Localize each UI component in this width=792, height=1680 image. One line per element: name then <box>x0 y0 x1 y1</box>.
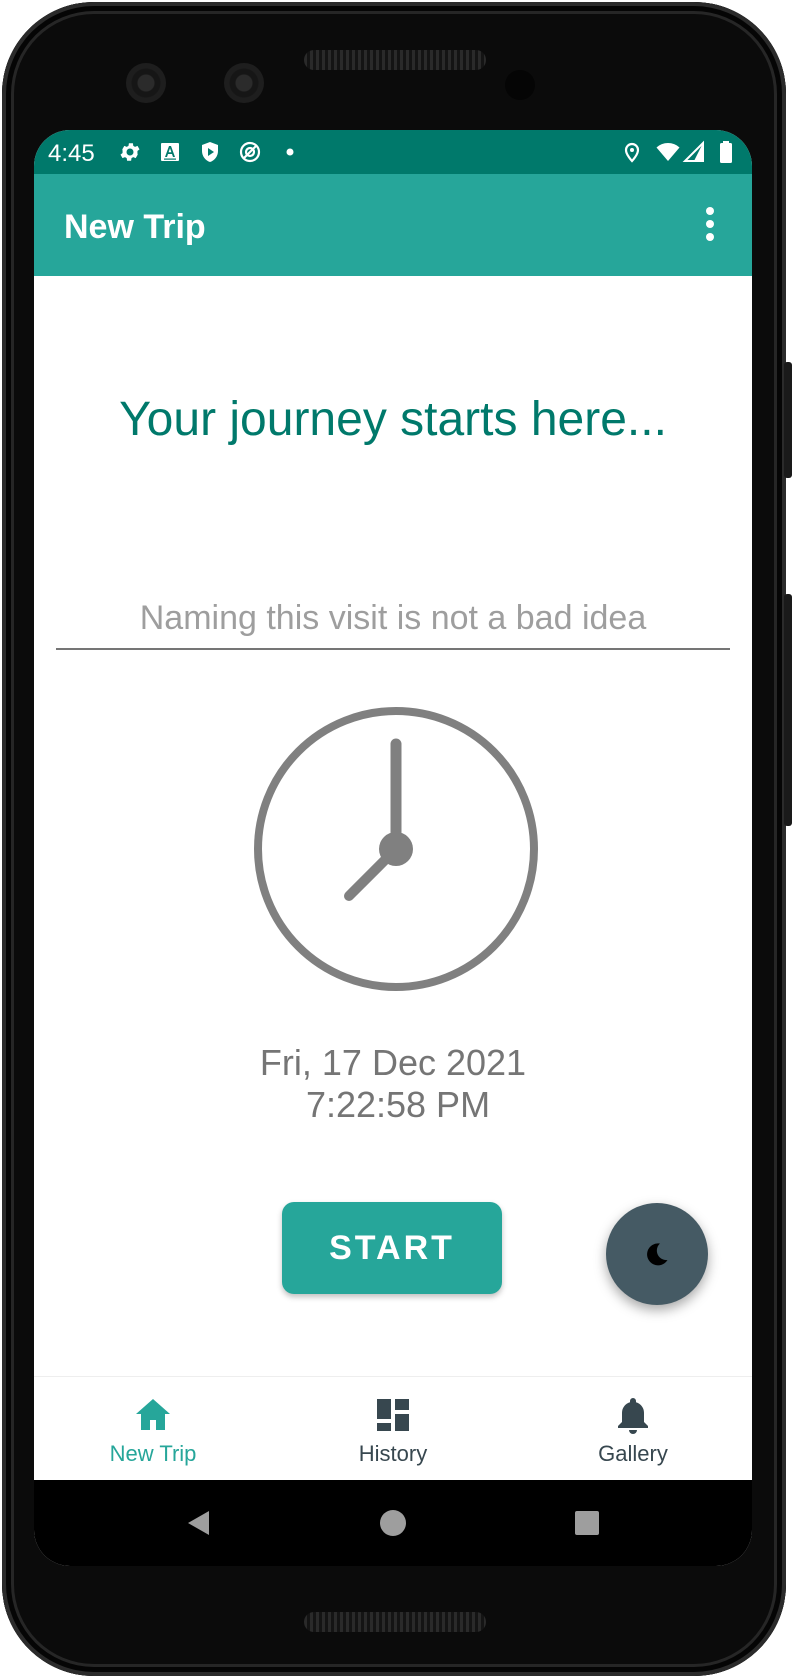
nav-label: History <box>358 1441 428 1466</box>
bottom-speaker <box>304 1612 486 1632</box>
volume-button <box>784 594 792 826</box>
current-time: 7:22:58 PM <box>305 1084 491 1125</box>
front-camera <box>126 63 166 103</box>
overflow-menu-icon <box>706 207 714 241</box>
moon-icon <box>647 1243 668 1266</box>
app-title: New Trip <box>64 208 206 246</box>
headline: Your journey starts here... <box>119 393 667 446</box>
start-button[interactable]: START <box>282 1202 502 1294</box>
location-pin-icon <box>620 140 644 164</box>
overflow-menu-button[interactable] <box>690 202 730 246</box>
trip-name-input[interactable] <box>56 588 730 650</box>
home-icon <box>133 1395 173 1435</box>
dashboard-icon <box>373 1395 413 1435</box>
power-button <box>784 362 792 478</box>
bell-icon <box>613 1395 653 1435</box>
shield-play-icon <box>198 140 222 164</box>
signal-icon <box>682 140 706 164</box>
nav-item-gallery[interactable]: Gallery <box>533 1377 733 1481</box>
wifi-icon <box>656 140 680 164</box>
current-date: Fri, 17 Dec 2021 <box>259 1042 527 1083</box>
battery-icon <box>714 140 738 164</box>
settings-icon <box>118 140 142 164</box>
earpiece-speaker <box>304 50 486 70</box>
front-camera-secondary <box>224 63 264 103</box>
status-bar: 4:45 <box>34 130 752 174</box>
phone-frame: 4:45 New Trip Your journey starts here..… <box>0 0 792 1680</box>
recents-icon[interactable] <box>572 1508 602 1538</box>
back-icon[interactable] <box>184 1508 214 1538</box>
app-bar: New Trip <box>34 174 752 276</box>
theme-toggle-button[interactable] <box>606 1203 708 1305</box>
proximity-sensor <box>505 70 535 100</box>
nav-item-new-trip[interactable]: New Trip <box>53 1377 253 1481</box>
clock-icon <box>251 704 541 994</box>
nav-label: New Trip <box>109 1441 197 1466</box>
bottom-navigation: New Trip History Gallery <box>34 1376 752 1480</box>
nav-label: Gallery <box>598 1441 668 1466</box>
status-time: 4:45 <box>48 140 95 167</box>
device-screen: 4:45 New Trip Your journey starts here..… <box>34 130 752 1566</box>
no-location-icon <box>238 140 262 164</box>
text-a-icon <box>158 140 182 164</box>
system-navigation-bar <box>34 1480 752 1566</box>
nav-item-history[interactable]: History <box>293 1377 493 1481</box>
dot-icon <box>278 140 302 164</box>
home-circle-icon[interactable] <box>378 1508 408 1538</box>
